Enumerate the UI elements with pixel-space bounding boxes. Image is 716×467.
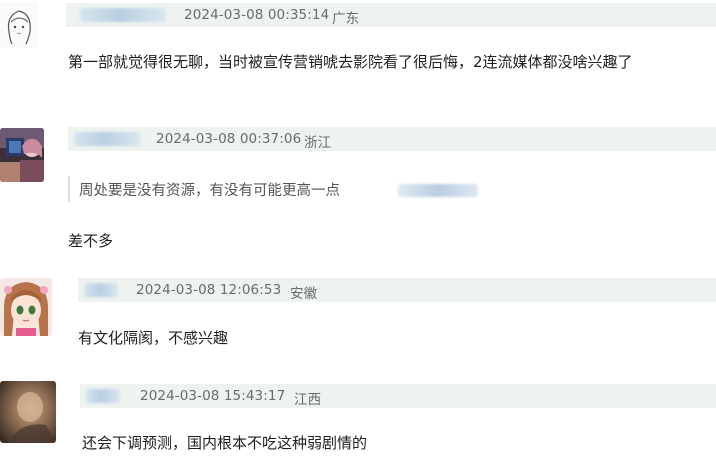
comment-meta-bar: 2024-03-08 00:37:06 浙江: [68, 127, 716, 151]
username-blurred[interactable]: [74, 132, 140, 146]
comment-meta-bar: 2024-03-08 12:06:53 安徽: [78, 278, 716, 302]
comment-location: 广东: [332, 11, 360, 27]
anime-photo-avatar-icon[interactable]: [0, 128, 44, 182]
anime-girl-avatar-icon[interactable]: [0, 278, 52, 336]
comment-timestamp: 2024-03-08 00:35:14: [184, 7, 330, 23]
username-blurred[interactable]: [86, 389, 120, 403]
quoted-comment-text: 周处要是没有资源，有没有可能更高一点: [79, 182, 340, 199]
username-blurred[interactable]: [80, 8, 166, 22]
comment-location: 安徽: [290, 286, 318, 302]
comment-meta-bar: 2024-03-08 00:35:14 广东: [66, 3, 716, 27]
comment-text: 还会下调预测，国内根本不吃这种弱剧情的: [82, 434, 368, 452]
blurred-photo-avatar-icon[interactable]: [0, 381, 56, 443]
comment-location: 浙江: [304, 135, 332, 151]
quoted-username-blurred: [398, 184, 478, 197]
comment-text: 有文化隔阂，不感兴趣: [78, 329, 229, 347]
comment-location: 江西: [294, 392, 322, 408]
comment-text: 第一部就觉得很无聊，当时被宣传营销唬去影院看了很后悔，2连流媒体都没啥兴趣了: [68, 53, 633, 71]
comment-meta-bar: 2024-03-08 15:43:17 江西: [80, 384, 716, 408]
quoted-comment[interactable]: 周处要是没有资源，有没有可能更高一点: [68, 176, 478, 202]
comment-timestamp: 2024-03-08 00:37:06: [156, 131, 302, 147]
username-blurred[interactable]: [84, 283, 118, 297]
sketch-girl-avatar-icon[interactable]: [0, 2, 38, 48]
comment-timestamp: 2024-03-08 12:06:53: [136, 282, 282, 298]
comment-timestamp: 2024-03-08 15:43:17: [140, 388, 286, 404]
comment-text: 差不多: [68, 232, 114, 250]
